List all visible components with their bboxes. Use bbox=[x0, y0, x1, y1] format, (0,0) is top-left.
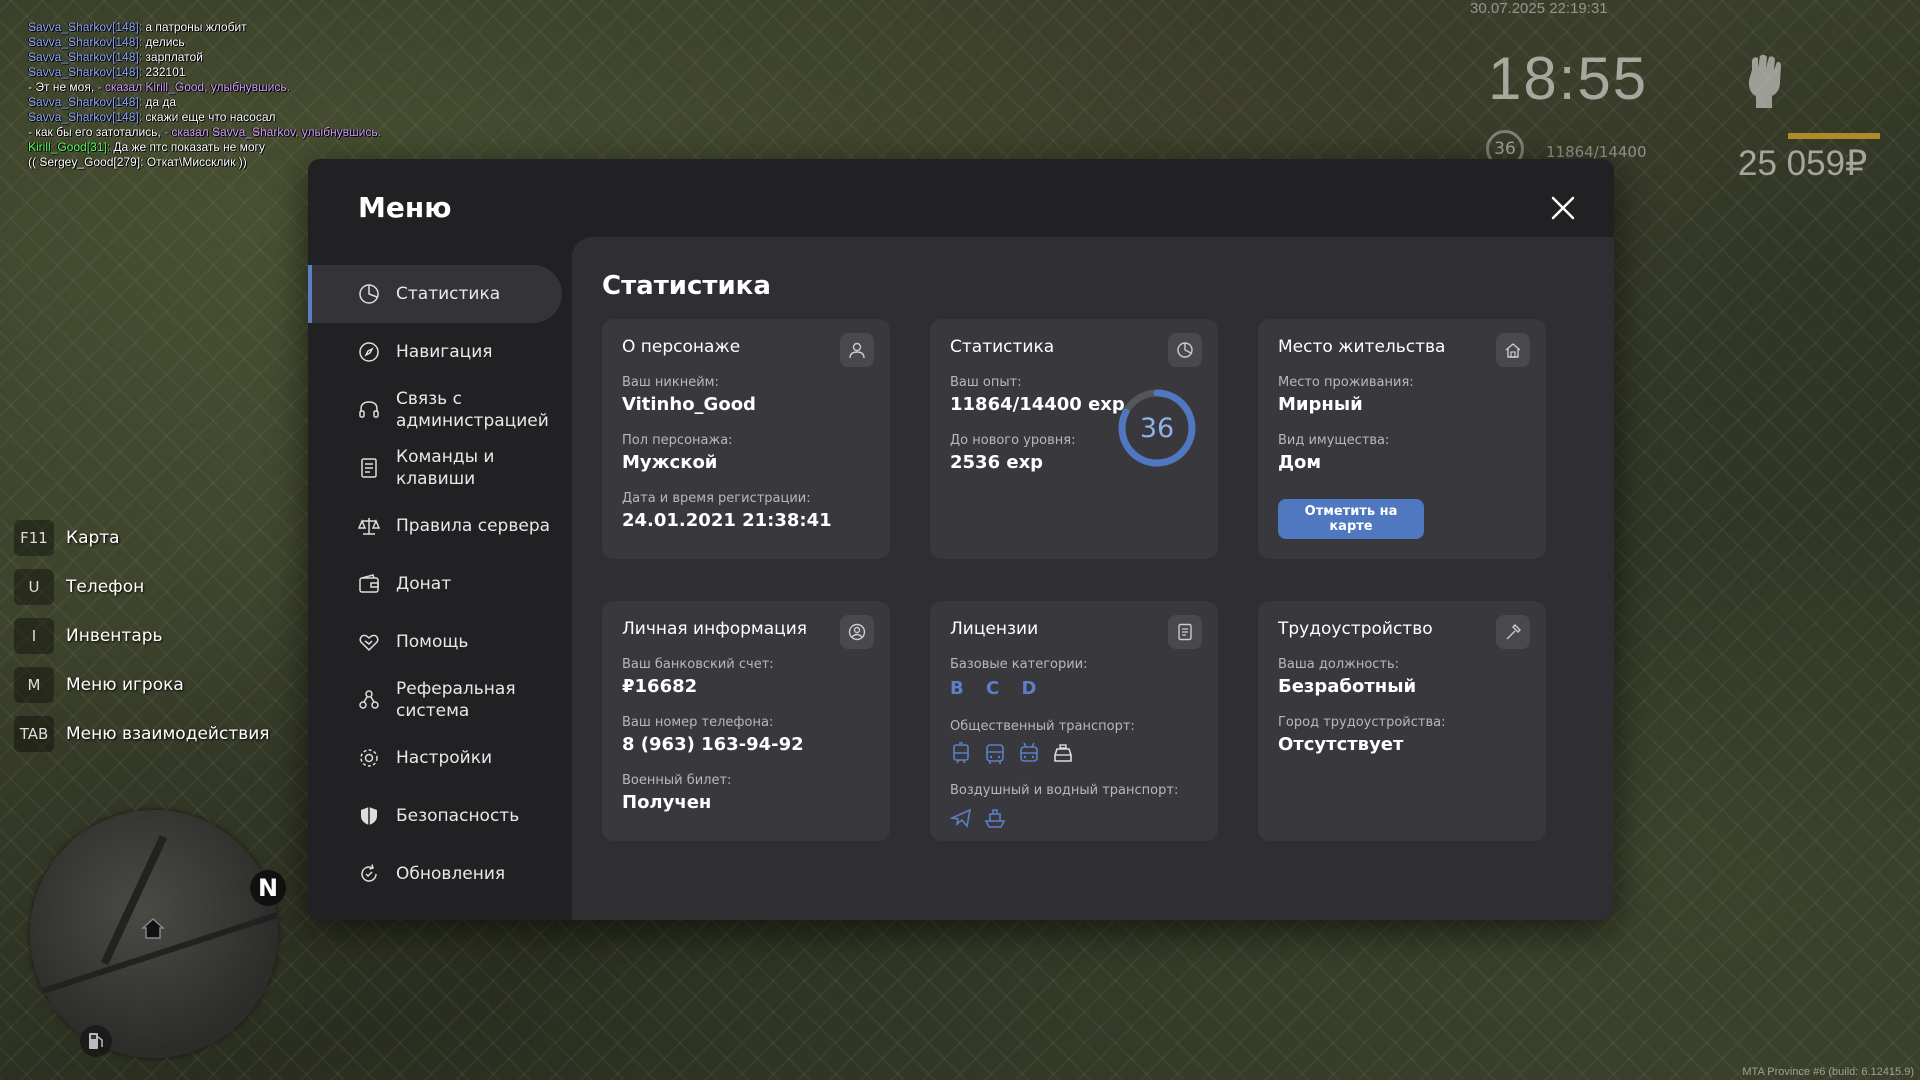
chat-line: - как бы его затотались, - сказал Savva_… bbox=[28, 125, 381, 139]
level-progress-ring: 36 bbox=[1118, 389, 1196, 467]
chat-line: Kirill_Good[31]: Да же птс показать не м… bbox=[28, 140, 265, 154]
card-personal: Личная информация Ваш банковский счет: ₽1… bbox=[602, 601, 890, 841]
field-gender: Пол персонажа: Мужской bbox=[622, 433, 733, 473]
hud-datetime: 30.07.2025 22:19:31 bbox=[1470, 0, 1608, 17]
home-icon bbox=[1496, 333, 1530, 367]
mark-on-map-button[interactable]: Отметить на карте bbox=[1278, 499, 1424, 539]
user-icon bbox=[840, 333, 874, 367]
compass-north: N bbox=[250, 870, 286, 906]
tram-icon bbox=[953, 742, 969, 764]
section-title: Статистика bbox=[602, 271, 771, 301]
chat-line: - Эт не моя, - сказал Kirill_Good, улыбн… bbox=[28, 80, 290, 94]
document-icon bbox=[361, 458, 377, 478]
menu-content: Статистика О персонаже Ваш никнейм: Vitin… bbox=[572, 237, 1614, 920]
pie-chart-icon bbox=[359, 284, 379, 304]
fuel-station-icon bbox=[80, 1025, 112, 1057]
minimap bbox=[30, 810, 278, 1058]
menu-sidebar: Статистика Навигация Связь с администрац… bbox=[308, 265, 572, 903]
user-circle-icon bbox=[840, 615, 874, 649]
field-property-type: Вид имущества: Дом bbox=[1278, 433, 1390, 473]
compass-icon bbox=[359, 342, 379, 362]
keybind-player-menu: M Меню игрока bbox=[14, 667, 270, 703]
gear-icon bbox=[360, 749, 378, 767]
hud-clock: 18:55 bbox=[1488, 45, 1649, 112]
nav-item-help[interactable]: Помощь bbox=[308, 613, 572, 671]
keybind-map: F11 Карта bbox=[14, 520, 270, 556]
keybind-inventory: I Инвентарь bbox=[14, 618, 270, 654]
id-card-icon bbox=[1168, 615, 1202, 649]
hud-health-bar bbox=[1788, 133, 1880, 139]
boat-icon bbox=[984, 809, 1006, 828]
card-character: О персонаже Ваш никнейм: Vitinho_Good Пол… bbox=[602, 319, 890, 559]
chat-line: Savva_Sharkov[148]: а патроны жлобит bbox=[28, 20, 247, 34]
chat-log: Savva_Sharkov[148]: а патроны жлобит Sav… bbox=[28, 20, 381, 170]
field-public-transport: Общественный транспорт: bbox=[950, 719, 1135, 766]
house-icon bbox=[141, 917, 165, 939]
nav-item-navigation[interactable]: Навигация bbox=[308, 323, 572, 381]
field-next-level: До нового уровня: 2536 exp bbox=[950, 433, 1076, 473]
field-phone: Ваш номер телефона: 8 (963) 163-94-92 bbox=[622, 715, 804, 755]
nav-item-referral[interactable]: Реферальная система bbox=[308, 671, 572, 729]
shield-icon bbox=[361, 807, 377, 825]
nav-item-statistics[interactable]: Статистика bbox=[308, 265, 562, 323]
card-residence: Место жительства Место проживания: Мирный… bbox=[1258, 319, 1546, 559]
chat-line: Savva_Sharkov[148]: 232101 bbox=[28, 65, 186, 79]
hud-money: 25 059₽ bbox=[1738, 144, 1868, 183]
minimap-road bbox=[100, 834, 168, 966]
pie-chart-icon bbox=[1168, 333, 1202, 367]
taxi-icon bbox=[1054, 744, 1072, 762]
nav-item-updates[interactable]: Обновления bbox=[308, 845, 572, 903]
hammer-icon bbox=[1496, 615, 1530, 649]
field-job-city: Город трудоустройства: Отсутствует bbox=[1278, 715, 1446, 755]
bus-icon bbox=[986, 744, 1004, 764]
card-licenses: Лицензии Базовые категории: B C D Обществ… bbox=[930, 601, 1218, 841]
chat-line: Savva_Sharkov[148]: зарплатой bbox=[28, 50, 203, 64]
chat-line: Savva_Sharkov[148]: делись bbox=[28, 35, 185, 49]
build-info: MTA Province #6 (build: 6.12415.9) bbox=[1742, 1066, 1914, 1078]
close-icon[interactable] bbox=[1548, 193, 1578, 223]
level-number: 36 bbox=[1140, 413, 1174, 444]
field-air-water-transport: Воздушный и водный транспорт: bbox=[950, 783, 1178, 830]
card-job: Трудоустройство Ваша должность: Безработн… bbox=[1258, 601, 1546, 841]
chat-line: Savva_Sharkov[148]: скажи еще что насоса… bbox=[28, 110, 276, 124]
trolleybus-icon bbox=[1020, 742, 1038, 762]
menu-title: Меню bbox=[358, 191, 452, 224]
fist-icon bbox=[1748, 54, 1781, 108]
nav-item-donate[interactable]: Донат bbox=[308, 555, 572, 613]
card-stats: Статистика Ваш опыт: 11864/14400 exp До н… bbox=[930, 319, 1218, 559]
chat-line: Savva_Sharkov[148]: да да bbox=[28, 95, 177, 109]
field-bank-account: Ваш банковский счет: ₽16682 bbox=[622, 657, 774, 697]
nav-item-commands[interactable]: Команды и клавиши bbox=[308, 439, 572, 497]
field-military: Военный билет: Получен bbox=[622, 773, 732, 813]
field-place: Место проживания: Мирный bbox=[1278, 375, 1414, 415]
player-menu-window: Меню Статистика Навигация Связь с админи… bbox=[308, 159, 1614, 920]
field-registration: Дата и время регистрации: 24.01.2021 21:3… bbox=[622, 491, 832, 531]
field-exp: Ваш опыт: 11864/14400 exp bbox=[950, 375, 1125, 415]
scales-icon bbox=[358, 518, 380, 535]
airplane-icon bbox=[950, 808, 972, 828]
headset-icon bbox=[359, 401, 379, 418]
nav-item-rules[interactable]: Правила сервера bbox=[308, 497, 572, 555]
refresh-icon bbox=[361, 864, 377, 882]
keybind-interaction-menu: TAB Меню взаимодействия bbox=[14, 716, 270, 752]
wallet-icon bbox=[359, 574, 379, 593]
field-nickname: Ваш никнейм: Vitinho_Good bbox=[622, 375, 756, 415]
nav-item-admin-contact[interactable]: Связь с администрацией bbox=[308, 381, 572, 439]
referral-icon bbox=[359, 690, 379, 709]
handshake-icon bbox=[359, 634, 379, 652]
keybind-phone: U Телефон bbox=[14, 569, 270, 605]
field-base-categories: Базовые категории: B C D bbox=[950, 657, 1088, 699]
keybind-hints: F11 Карта U Телефон I Инвентарь M Меню игрок… bbox=[14, 520, 270, 765]
nav-item-security[interactable]: Безопасность bbox=[308, 787, 572, 845]
field-position: Ваша должность: Безработный bbox=[1278, 657, 1417, 697]
nav-item-settings[interactable]: Настройки bbox=[308, 729, 572, 787]
